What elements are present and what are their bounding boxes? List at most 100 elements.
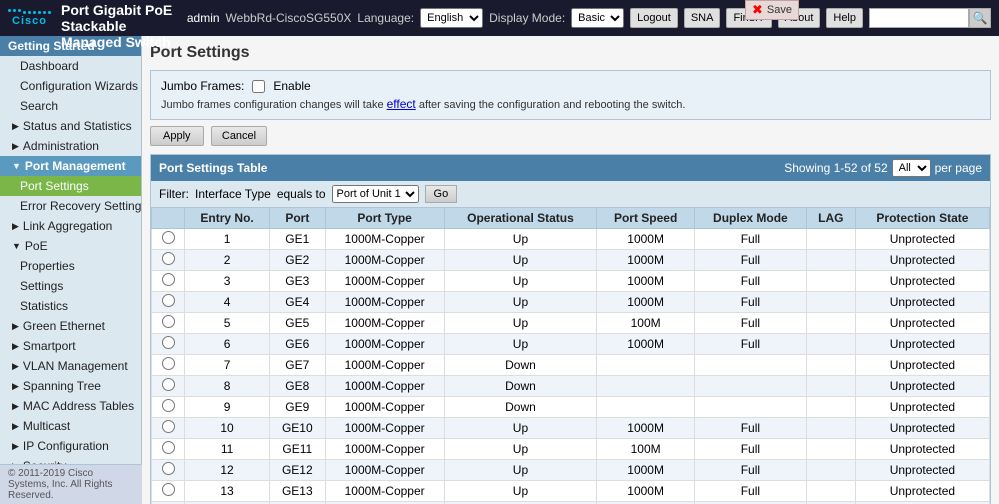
sidebar-item-port-management[interactable]: ▼ Port Management [0,156,141,176]
showing-text: Showing 1-52 of 52 [784,161,887,175]
row-op-status: Up [444,292,597,313]
display-mode-select[interactable]: Basic [571,8,624,28]
row-port-speed: 1000M [597,250,695,271]
sidebar-item-green-ethernet[interactable]: ▶ Green Ethernet [0,316,141,336]
filter-operator-label: equals to [277,187,326,201]
sidebar-item-poe[interactable]: ▼ PoE [0,236,141,256]
sidebar-item-multicast[interactable]: ▶ Multicast [0,416,141,436]
row-radio[interactable] [162,483,175,496]
row-protection: Unprotected [855,460,989,481]
sidebar-item-port-settings[interactable]: Port Settings [0,176,141,196]
filter-value-select[interactable]: Port of Unit 1 Port of Unit 2 [332,185,419,203]
row-radio[interactable] [162,294,175,307]
chevron-right-icon: ▶ [12,141,19,152]
chevron-right-icon: ▶ [12,321,19,332]
row-radio[interactable] [162,252,175,265]
row-radio[interactable] [162,336,175,349]
help-button[interactable]: Help [826,8,863,28]
row-radio-cell[interactable] [152,460,185,481]
row-lag [806,418,855,439]
row-port: GE11 [269,439,325,460]
row-radio[interactable] [162,357,175,370]
sidebar-item-poe-settings[interactable]: Settings [0,276,141,296]
sidebar-item-status-statistics[interactable]: ▶ Status and Statistics [0,116,141,136]
row-port: GE3 [269,271,325,292]
row-port: GE6 [269,334,325,355]
row-radio[interactable] [162,273,175,286]
row-radio[interactable] [162,441,175,454]
row-radio-cell[interactable] [152,229,185,250]
row-radio-cell[interactable] [152,334,185,355]
row-radio-cell[interactable] [152,376,185,397]
row-entry: 1 [185,229,270,250]
sidebar-item-ip-configuration[interactable]: ▶ IP Configuration [0,436,141,456]
col-port-speed: Port Speed [597,208,695,229]
col-port: Port [269,208,325,229]
row-radio-cell[interactable] [152,271,185,292]
page-title: Port Settings [150,44,991,62]
cancel-button[interactable]: Cancel [211,126,267,146]
row-port: GE12 [269,460,325,481]
jumbo-enable-label: Enable [273,79,310,93]
row-radio-cell[interactable] [152,355,185,376]
row-duplex: Full [694,334,806,355]
save-close-icon[interactable]: ✖ [752,2,763,18]
chevron-right-icon: ▶ [12,361,19,372]
row-port-type: 1000M-Copper [325,481,444,502]
sidebar-item-vlan-management[interactable]: ▶ VLAN Management [0,356,141,376]
row-protection: Unprotected [855,418,989,439]
sidebar-item-spanning-tree[interactable]: ▶ Spanning Tree [0,376,141,396]
row-port-type: 1000M-Copper [325,334,444,355]
sidebar-item-error-recovery[interactable]: Error Recovery Settings [0,196,141,216]
row-radio-cell[interactable] [152,481,185,502]
search-button[interactable]: 🔍 [969,8,991,28]
sidebar-item-link-aggregation[interactable]: ▶ Link Aggregation [0,216,141,236]
row-radio[interactable] [162,462,175,475]
logout-button[interactable]: Logout [630,8,678,28]
row-radio-cell[interactable] [152,292,185,313]
row-radio[interactable] [162,315,175,328]
row-radio[interactable] [162,399,175,412]
row-op-status: Up [444,460,597,481]
row-port-type: 1000M-Copper [325,418,444,439]
sidebar-item-smartport[interactable]: ▶ Smartport [0,336,141,356]
row-radio[interactable] [162,420,175,433]
chevron-right-icon: ▶ [12,421,19,432]
row-lag [806,229,855,250]
row-entry: 8 [185,376,270,397]
sidebar-item-poe-properties[interactable]: Properties [0,256,141,276]
sidebar-item-search[interactable]: Search [0,96,141,116]
row-port: GE1 [269,229,325,250]
search-input[interactable] [869,8,969,28]
row-duplex: Full [694,292,806,313]
sidebar-item-administration[interactable]: ▶ Administration [0,136,141,156]
sna-button[interactable]: SNA [684,8,721,28]
chevron-right-icon: ▶ [12,121,19,132]
row-radio-cell[interactable] [152,397,185,418]
language-select[interactable]: English [420,8,483,28]
apply-button[interactable]: Apply [150,126,204,146]
save-label[interactable]: Save [767,4,792,16]
row-port-speed: 1000M [597,481,695,502]
table-row: 5 GE5 1000M-Copper Up 100M Full Unprotec… [152,313,990,334]
row-radio-cell[interactable] [152,250,185,271]
sidebar-item-configuration-wizards[interactable]: Configuration Wizards [0,76,141,96]
sidebar-item-mac-address-tables[interactable]: ▶ MAC Address Tables [0,396,141,416]
per-page-select[interactable]: All 10 25 50 [892,159,931,177]
col-radio [152,208,185,229]
row-port: GE5 [269,313,325,334]
jumbo-frames-checkbox[interactable] [252,80,265,93]
row-radio[interactable] [162,231,175,244]
row-radio-cell[interactable] [152,439,185,460]
chevron-right-icon: ▶ [12,441,19,452]
row-radio-cell[interactable] [152,418,185,439]
sidebar-item-dashboard[interactable]: Dashboard [0,56,141,76]
row-radio[interactable] [162,378,175,391]
col-entry: Entry No. [185,208,270,229]
filter-go-button[interactable]: Go [425,185,458,203]
row-radio-cell[interactable] [152,313,185,334]
chevron-right-icon: ▶ [12,341,19,352]
row-port-speed: 1000M [597,334,695,355]
sidebar-item-poe-statistics[interactable]: Statistics [0,296,141,316]
row-port: GE2 [269,250,325,271]
